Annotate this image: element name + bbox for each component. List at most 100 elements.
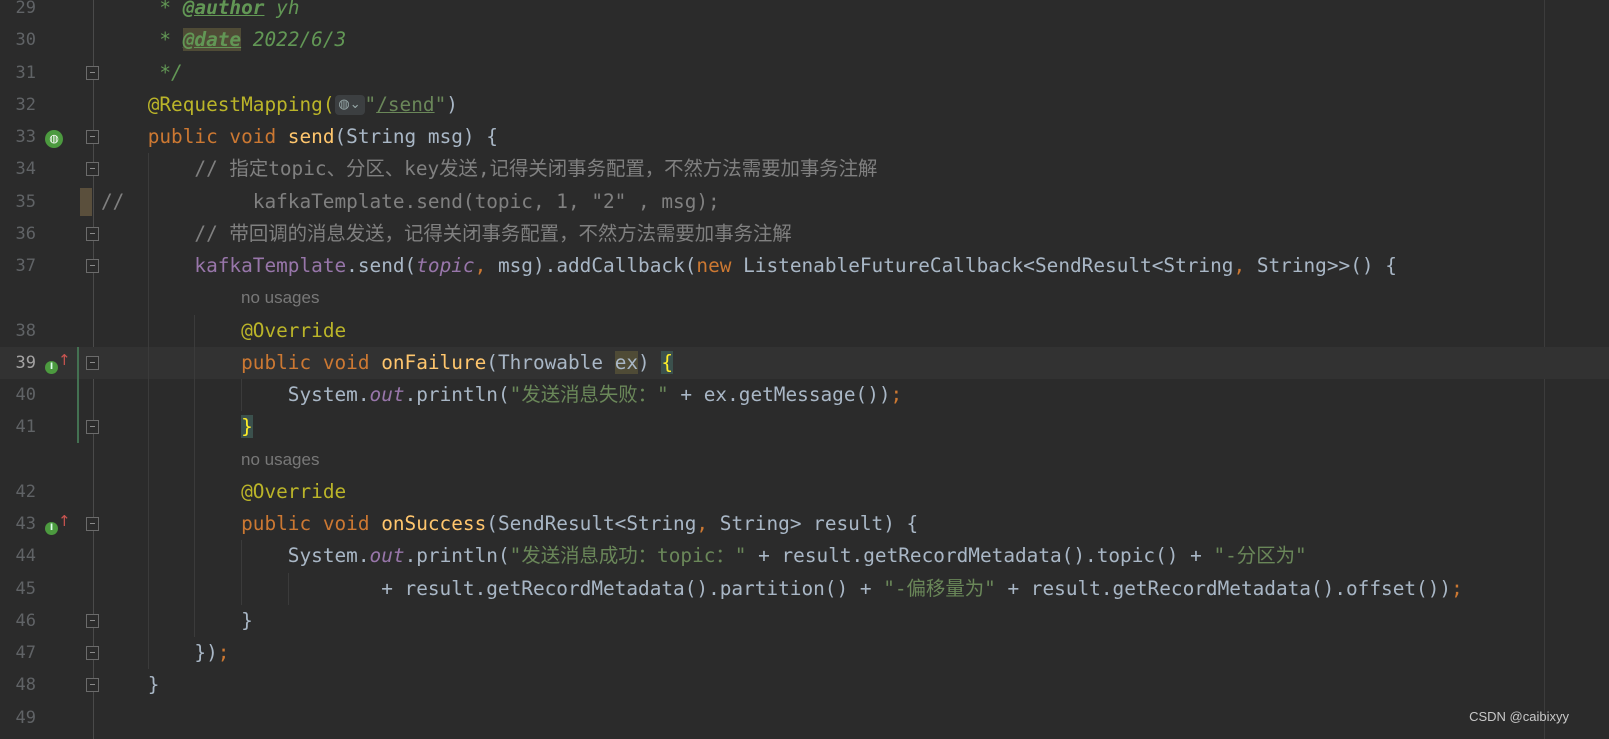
token-cmt: // 带回调的消息发送，记得关闭事务配置，不然方法需要加事务注解	[194, 221, 792, 245]
line-number[interactable]: 36	[0, 218, 36, 250]
code-text[interactable]: System.out.println("发送消息成功：topic：" + res…	[101, 540, 1307, 572]
code-line[interactable]: 49	[0, 702, 1609, 734]
line-number[interactable]: 49	[0, 702, 36, 734]
token-plain: ListenableFutureCallback<SendResult<Stri…	[743, 254, 1234, 277]
line-number[interactable]: 43	[0, 508, 36, 540]
code-line[interactable]: 47 });	[0, 637, 1609, 669]
line-number[interactable]: 29	[0, 0, 36, 24]
line-number[interactable]: 48	[0, 669, 36, 701]
fold-toggle-icon[interactable]	[86, 678, 99, 693]
line-number[interactable]: 31	[0, 57, 36, 89]
code-text[interactable]: }	[101, 605, 253, 637]
code-text[interactable]: // 带回调的消息发送，记得关闭事务配置，不然方法需要加事务注解	[101, 218, 792, 250]
line-number[interactable]: 35	[0, 186, 36, 218]
line-number[interactable]: 45	[0, 573, 36, 605]
line-number[interactable]: 37	[0, 250, 36, 282]
fold-toggle-icon[interactable]	[86, 259, 99, 273]
fold-toggle-icon[interactable]	[86, 130, 99, 144]
indent-guide	[241, 379, 243, 411]
code-text[interactable]: + result.getRecordMetadata().partition()…	[101, 573, 1463, 605]
line-number[interactable]: 41	[0, 411, 36, 443]
code-line[interactable]: 38 @Override	[0, 315, 1609, 347]
code-line[interactable]: 39 public void onFailure(Throwable ex) {	[0, 346, 1609, 379]
code-line[interactable]: 41 }	[0, 411, 1609, 443]
spring-web-endpoint-icon[interactable]: ◍	[45, 127, 63, 148]
code-text[interactable]: */	[101, 57, 182, 89]
code-line[interactable]: 37 kafkaTemplate.send(topic, msg).addCal…	[0, 250, 1609, 282]
inlay-hint-row[interactable]: no usages	[0, 282, 1609, 314]
fold-toggle-icon[interactable]	[86, 162, 99, 177]
line-number[interactable]: 32	[0, 89, 36, 121]
code-line[interactable]: 35 // kafkaTemplate.send(topic, 1, "2" , …	[0, 186, 1609, 218]
code-line[interactable]: 34 // 指定topic、分区、key发送,记得关闭事务配置，不然方法需要加事…	[0, 153, 1609, 185]
code-line[interactable]: 48 }	[0, 669, 1609, 701]
code-text[interactable]: // kafkaTemplate.send(topic, 1, "2" , ms…	[101, 186, 720, 218]
code-line[interactable]: 36 // 带回调的消息发送，记得关闭事务配置，不然方法需要加事务注解	[0, 218, 1609, 250]
line-number[interactable]: 44	[0, 540, 36, 572]
vcs-modified-marker[interactable]	[80, 187, 92, 216]
code-text[interactable]: System.out.println("发送消息失败：" + ex.getMes…	[101, 379, 902, 411]
fold-toggle-icon[interactable]	[86, 646, 99, 660]
line-number[interactable]: 33	[0, 121, 36, 153]
code-line[interactable]: 42 @Override	[0, 476, 1609, 508]
indent-guide	[287, 572, 289, 605]
code-line[interactable]: 29 * @author yh	[0, 0, 1609, 24]
usages-inlay-hint[interactable]: no usages	[241, 444, 319, 476]
fold-toggle-icon[interactable]	[86, 355, 99, 370]
code-line[interactable]: 32 @RequestMapping(◍⌄ "/send")	[0, 89, 1609, 121]
token-plain: (SendResult<String	[486, 512, 697, 535]
fold-toggle-icon[interactable]	[86, 226, 99, 241]
line-number[interactable]: 40	[0, 379, 36, 411]
vcs-change-marker[interactable]	[77, 346, 79, 444]
token-sfld: topic	[416, 254, 475, 277]
code-text[interactable]: }	[101, 669, 160, 701]
code-text[interactable]: public void onFailure(Throwable ex) {	[101, 347, 674, 379]
line-number[interactable]: 34	[0, 153, 36, 185]
line-number[interactable]: 46	[0, 605, 36, 637]
code-line[interactable]: 33 public void send(String msg) {	[0, 121, 1609, 153]
code-line[interactable]: 30 * @date 2022/6/3	[0, 24, 1609, 56]
code-text[interactable]: kafkaTemplate.send(topic, msg).addCallba…	[101, 250, 1397, 282]
code-text[interactable]: // 指定topic、分区、key发送,记得关闭事务配置，不然方法需要加事务注解	[101, 153, 877, 185]
fold-toggle-icon[interactable]	[86, 65, 99, 80]
code-text[interactable]: public void onSuccess(SendResult<String,…	[101, 508, 918, 540]
line-number[interactable]: 38	[0, 315, 36, 347]
code-text[interactable]: }	[101, 411, 253, 443]
token-plain: + result.getRecordMetadata().topic() +	[746, 544, 1214, 568]
code-line[interactable]: 31 */	[0, 57, 1609, 89]
token-fn: send	[287, 125, 335, 148]
code-line[interactable]: 43 public void onSuccess(SendResult<Stri…	[0, 508, 1609, 540]
code-text[interactable]: @Override	[101, 315, 346, 347]
token-plain: .println(	[404, 544, 510, 568]
line-number[interactable]: 30	[0, 24, 36, 56]
fold-toggle-icon[interactable]	[86, 517, 99, 531]
code-text[interactable]: * @author yh	[101, 0, 299, 24]
fold-toggle-icon[interactable]	[86, 420, 99, 435]
usages-inlay-hint[interactable]: no usages	[241, 282, 319, 314]
token-plain: System.	[287, 544, 370, 568]
code-text[interactable]: @Override	[101, 476, 346, 508]
fold-toggle-icon[interactable]	[86, 613, 99, 628]
code-text[interactable]: });	[101, 637, 229, 669]
globe-icon[interactable]: ◍⌄	[334, 95, 365, 116]
code-text[interactable]: * @date 2022/6/3	[101, 24, 346, 56]
implements-method-icon[interactable]: I ↑	[45, 514, 71, 535]
implements-method-icon[interactable]: I ↑	[45, 352, 71, 374]
token-plain: .send(	[346, 254, 417, 277]
code-text[interactable]: @RequestMapping(◍⌄ "/send")	[101, 89, 458, 121]
line-number[interactable]: 42	[0, 476, 36, 508]
token-kw: ,	[696, 512, 709, 535]
code-text[interactable]: public void send(String msg) {	[101, 121, 498, 153]
token-doc: 2022/6/3	[241, 28, 347, 52]
line-number[interactable]: 39	[0, 347, 36, 379]
line-number[interactable]: 47	[0, 637, 36, 669]
code-line[interactable]: 46 }	[0, 605, 1609, 637]
token-fld: kafkaTemplate	[194, 254, 347, 277]
inlay-hint-row[interactable]: no usages	[0, 444, 1609, 476]
